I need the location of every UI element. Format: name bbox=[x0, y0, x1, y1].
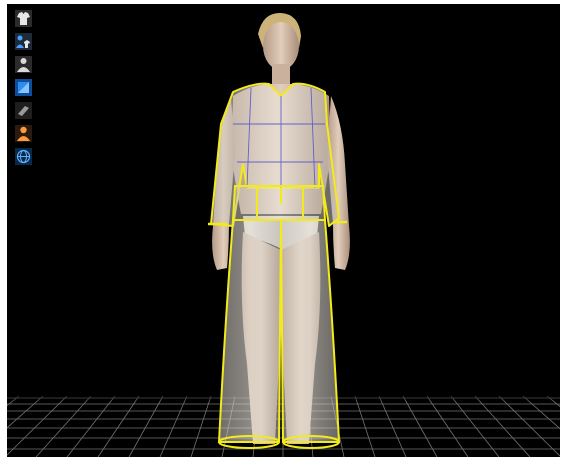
3d-viewport[interactable] bbox=[7, 4, 560, 457]
texture-view-icon[interactable] bbox=[15, 79, 32, 96]
3d-scene[interactable] bbox=[7, 4, 560, 457]
view-toolbar bbox=[15, 10, 35, 171]
fabric-view-icon[interactable] bbox=[15, 102, 32, 119]
grid-globe-icon[interactable] bbox=[15, 148, 32, 165]
avatar-skin-icon[interactable] bbox=[15, 125, 32, 142]
garment[interactable] bbox=[208, 82, 347, 449]
avatar-garment-toggle-icon[interactable] bbox=[15, 33, 32, 50]
garment-display-icon[interactable] bbox=[15, 10, 32, 27]
avatar-display-icon[interactable] bbox=[15, 56, 32, 73]
